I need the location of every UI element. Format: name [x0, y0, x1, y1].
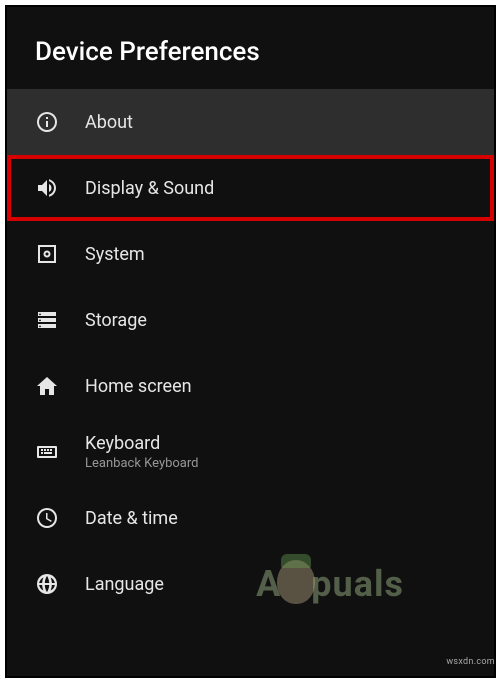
menu-item-home-screen[interactable]: Home screen	[7, 353, 494, 419]
keyboard-icon	[35, 440, 59, 464]
home-icon	[35, 374, 59, 398]
menu-item-label: Date & time	[85, 508, 178, 529]
menu-item-date-time[interactable]: Date & time	[7, 485, 494, 551]
menu-item-label: Storage	[85, 310, 147, 331]
page-title: Device Preferences	[7, 7, 494, 89]
menu-item-label: Home screen	[85, 376, 192, 397]
info-icon	[35, 110, 59, 134]
watermark-corner: wsxdn.com	[446, 657, 495, 667]
menu-item-keyboard[interactable]: Keyboard Leanback Keyboard	[7, 419, 494, 485]
settings-screen: Device Preferences About Display & Sound…	[5, 5, 496, 678]
volume-icon	[35, 176, 59, 200]
menu-item-label: System	[85, 244, 145, 265]
globe-icon	[35, 572, 59, 596]
menu-item-storage[interactable]: Storage	[7, 287, 494, 353]
menu-item-label: Language	[85, 574, 164, 595]
clock-icon	[35, 506, 59, 530]
menu-item-sublabel: Leanback Keyboard	[85, 456, 199, 471]
menu-item-system[interactable]: System	[7, 221, 494, 287]
system-icon	[35, 242, 59, 266]
menu-item-language[interactable]: Language	[7, 551, 494, 617]
menu-item-label: Display & Sound	[85, 178, 214, 199]
menu-item-label: About	[85, 112, 133, 133]
menu-item-display-sound[interactable]: Display & Sound	[7, 155, 494, 221]
menu-item-label: Keyboard	[85, 433, 199, 454]
storage-icon	[35, 308, 59, 332]
menu-item-about[interactable]: About	[7, 89, 494, 155]
